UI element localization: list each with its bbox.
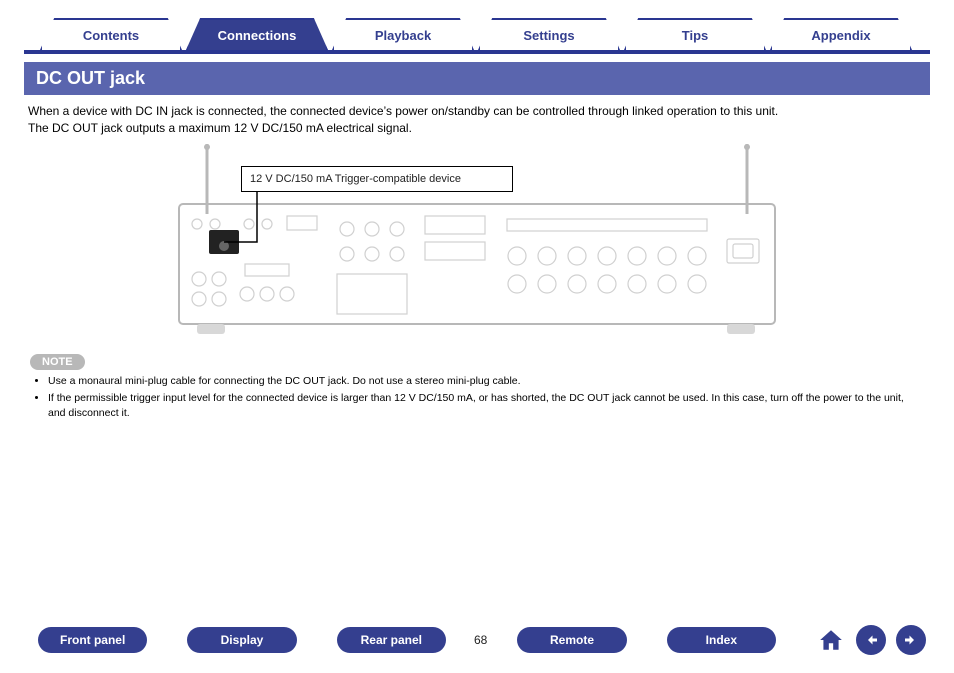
note-item-2: If the permissible trigger input level f… [48,391,924,421]
arrow-left-icon[interactable] [856,625,886,655]
nav-display[interactable]: Display [187,627,296,653]
nav-remote[interactable]: Remote [517,627,626,653]
tab-connections[interactable]: Connections [186,18,328,50]
note-label: NOTE [30,354,85,370]
intro-text: When a device with DC IN jack is connect… [28,103,926,138]
note-list: Use a monaural mini-plug cable for conne… [34,374,924,422]
intro-line-1: When a device with DC IN jack is connect… [28,104,778,118]
nav-front-panel[interactable]: Front panel [38,627,147,653]
top-tabs: Contents Connections Playback Settings T… [24,18,930,54]
section-title: DC OUT jack [24,62,930,95]
tab-playback[interactable]: Playback [332,18,474,50]
note-item-1: Use a monaural mini-plug cable for conne… [48,374,924,389]
tab-tips[interactable]: Tips [624,18,766,50]
nav-rear-panel[interactable]: Rear panel [337,627,446,653]
rear-panel-diagram: 12 V DC/150 mA Trigger-compatible device [167,144,787,344]
diagram-callout: 12 V DC/150 mA Trigger-compatible device [241,166,513,192]
bottom-nav: Front panel Display Rear panel 68 Remote… [0,625,954,655]
arrow-right-icon[interactable] [896,625,926,655]
tab-appendix[interactable]: Appendix [770,18,912,50]
tab-settings[interactable]: Settings [478,18,620,50]
home-icon[interactable] [816,625,846,655]
intro-line-2: The DC OUT jack outputs a maximum 12 V D… [28,121,412,135]
nav-index[interactable]: Index [667,627,776,653]
page-number: 68 [474,633,487,647]
tab-contents[interactable]: Contents [40,18,182,50]
